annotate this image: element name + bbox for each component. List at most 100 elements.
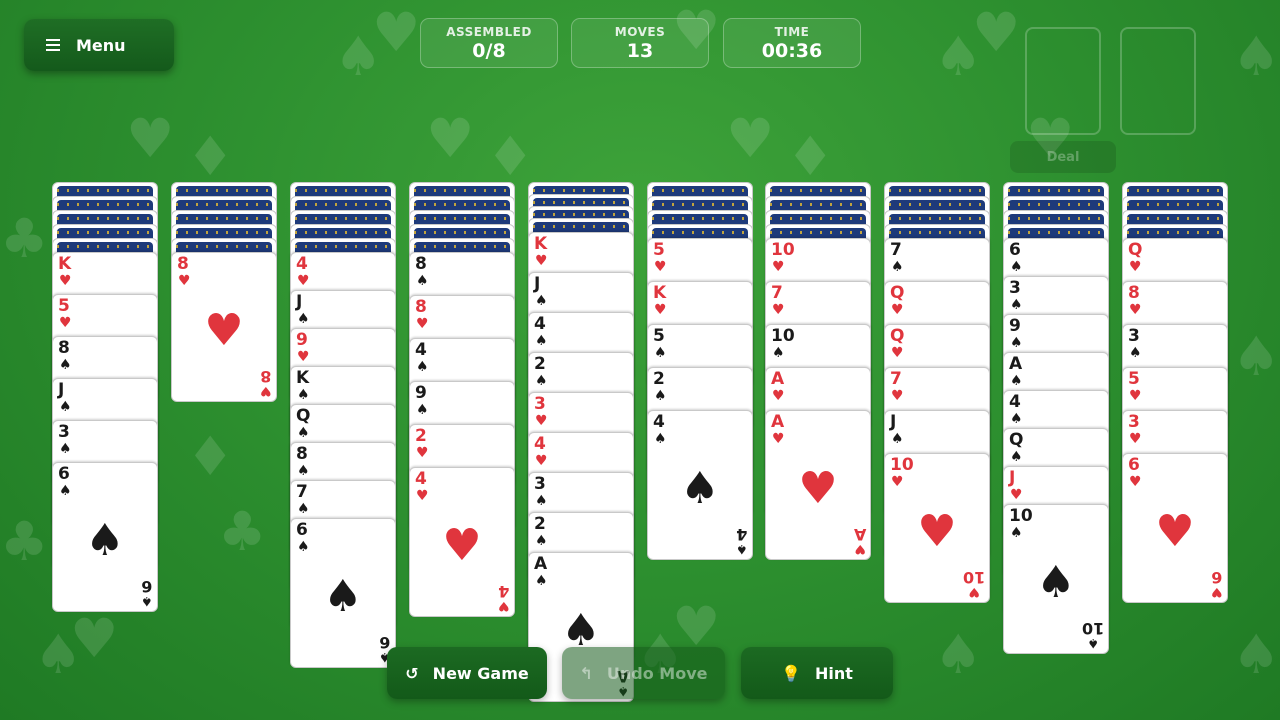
club-watermark-icon: ♣ (0, 510, 49, 573)
card-rank: A (1009, 354, 1023, 374)
card-center-suit-icon: ♠ (1036, 557, 1076, 608)
card-rank: 6 (1009, 240, 1021, 260)
card-suit-icon: ♥ (891, 302, 904, 318)
card-suit-icon: ♥ (416, 316, 429, 332)
card-suit-icon: ♠ (297, 311, 310, 327)
card-suit-icon: ♠ (297, 425, 310, 441)
card-rank: 10 (962, 568, 985, 587)
hint-button[interactable]: 💡 Hint (741, 647, 893, 699)
playing-card[interactable]: 6♠♠♠6 (290, 518, 396, 668)
card-suit-icon: ♥ (416, 488, 429, 504)
undo-move-label: Undo Move (606, 663, 708, 683)
card-rank: 7 (296, 482, 308, 502)
card-suit-icon: ♠ (1010, 449, 1023, 465)
card-suit-icon: ♠ (654, 431, 667, 447)
playing-card[interactable]: 8♥♥♥8 (171, 252, 277, 402)
card-rank: K (296, 368, 310, 388)
card-rank: 10 (890, 455, 914, 475)
card-suit-icon: ♥ (416, 445, 429, 461)
card-rank: J (890, 412, 897, 432)
card-rank: J (296, 292, 303, 312)
card-rank: 9 (415, 383, 427, 403)
playing-card[interactable]: 4♠♠♠4 (647, 410, 753, 560)
card-suit-icon: ♥ (1129, 388, 1142, 404)
card-suit-icon: ♠ (772, 345, 785, 361)
new-game-label: New Game (432, 663, 529, 683)
card-suit-icon: ♠ (416, 273, 429, 289)
card-suit-icon: ♥ (772, 302, 785, 318)
deal-button[interactable]: Deal (1010, 141, 1116, 173)
card-suit-icon: ♥ (654, 302, 667, 318)
card-suit-icon: ♠ (535, 573, 548, 589)
card-rank: Q (1128, 240, 1143, 260)
undo-move-button[interactable]: ↰ Undo Move (562, 647, 725, 699)
playing-card[interactable]: 4♥♥♥4 (409, 467, 515, 617)
card-rank: A (853, 525, 866, 544)
card-rank: 4 (296, 254, 308, 274)
assembled-label: ASSEMBLED (446, 25, 532, 39)
card-rank: K (653, 283, 667, 303)
card-suit-icon: ♠ (654, 388, 667, 404)
card-corner-bottom: ♥ 8 (260, 367, 272, 398)
card-corner-bottom: ♠ 4 (736, 525, 748, 556)
card-rank: 8 (415, 254, 427, 274)
card-center-suit-icon: ♠ (680, 463, 720, 514)
card-rank: K (58, 254, 72, 274)
stock-slot[interactable] (1025, 27, 1101, 135)
undo-icon: ↰ (579, 663, 593, 683)
card-rank: Q (1009, 430, 1024, 450)
card-suit-icon: ♥ (1010, 487, 1023, 503)
card-suit-icon: ♥ (1129, 474, 1142, 490)
card-center-suit-icon: ♠ (85, 515, 125, 566)
card-suit-icon: ♠ (59, 399, 72, 415)
moves-value: 13 (626, 40, 654, 62)
heart-watermark-icon: ♥ (372, 1, 421, 64)
card-center-suit-icon: ♥ (442, 520, 482, 571)
playing-card[interactable]: 10♥♥♥10 (884, 453, 990, 603)
card-corner-bottom: ♥ A (853, 525, 866, 556)
new-game-button[interactable]: ↺ New Game (387, 647, 547, 699)
card-suit-icon: ♠ (1010, 259, 1023, 275)
card-suit-icon: ♠ (416, 402, 429, 418)
card-suit-icon: ♠ (59, 441, 72, 457)
time-value: 00:36 (761, 40, 823, 62)
card-rank: 3 (1009, 278, 1021, 298)
club-watermark-icon: ♣ (0, 207, 49, 270)
menu-label: Menu (76, 35, 126, 55)
card-suit-icon: ♠ (535, 293, 548, 309)
card-suit-icon: ♥ (297, 349, 310, 365)
time-stat: TIME 00:36 (723, 18, 861, 68)
card-rank: 6 (58, 464, 70, 484)
card-rank: 2 (534, 514, 546, 534)
card-suit-icon: ♠ (1129, 345, 1142, 361)
card-center-suit-icon: ♥ (1155, 506, 1195, 557)
card-suit-icon: ♥ (535, 453, 548, 469)
card-suit-icon: ♥ (1129, 302, 1142, 318)
card-suit-icon: ♥ (654, 259, 667, 275)
card-rank: 7 (890, 369, 902, 389)
card-center-suit-icon: ♥ (204, 305, 244, 356)
playing-card[interactable]: A♥♥♥A (765, 410, 871, 560)
assembled-stat: ASSEMBLED 0/8 (420, 18, 558, 68)
restart-icon: ↺ (405, 663, 419, 683)
card-rank: J (1009, 468, 1016, 488)
card-suit-icon: ♠ (1010, 525, 1023, 541)
card-corner-bottom: ♥ 4 (498, 582, 510, 613)
stock-slot[interactable] (1120, 27, 1196, 135)
card-rank: 8 (177, 254, 189, 274)
card-rank: 2 (534, 354, 546, 374)
card-suit-icon: ♠ (891, 431, 904, 447)
card-suit-icon: ♥ (772, 431, 785, 447)
menu-button[interactable]: Menu (24, 19, 174, 71)
playing-card[interactable]: 6♠♠♠6 (52, 462, 158, 612)
card-corner-bottom: ♠ 10 (1082, 619, 1104, 650)
playing-card[interactable]: 10♠♠♠10 (1003, 504, 1109, 654)
card-rank: 10 (1009, 506, 1033, 526)
card-corner-bottom: ♥ 6 (1211, 568, 1223, 599)
card-rank: 7 (890, 240, 902, 260)
card-suit-icon: ♥ (297, 273, 310, 289)
playing-card[interactable]: 6 ♥ ♥ ♥ 6 (1122, 453, 1228, 603)
spade-watermark-icon: ♠ (934, 25, 983, 88)
card-rank: 8 (415, 297, 427, 317)
diamond-watermark-icon: ♦ (486, 125, 535, 188)
